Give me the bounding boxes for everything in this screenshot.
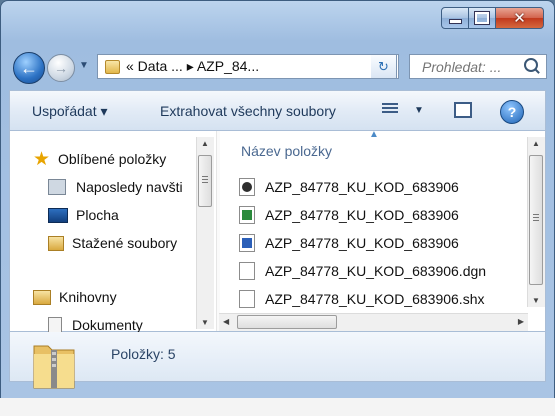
- back-button[interactable]: ←: [13, 52, 45, 84]
- forward-button[interactable]: →: [47, 54, 75, 82]
- organize-button[interactable]: Uspořádat ▾: [32, 103, 108, 120]
- caption-buttons: ✕: [441, 7, 544, 29]
- navigation-pane: ★ Oblíbené položky Naposledy navšti Ploc…: [10, 131, 215, 334]
- file-name: AZP_84778_KU_KOD_683906.dgn: [265, 263, 487, 279]
- maximize-button[interactable]: [469, 7, 496, 29]
- file-list-pane: ▲ Název položky AZP_84778_KU_KOD_683906 …: [219, 129, 545, 331]
- history-dropdown-button[interactable]: ▼: [79, 60, 89, 71]
- scroll-right-icon[interactable]: ▶: [518, 317, 524, 326]
- desktop-background: [0, 398, 555, 416]
- file-name: AZP_84778_KU_KOD_683906: [265, 235, 459, 251]
- nav-item-recent[interactable]: Naposledy navšti: [48, 176, 183, 198]
- nav-item-downloads[interactable]: Stažené soubory: [48, 232, 177, 254]
- file-row[interactable]: AZP_84778_KU_KOD_683906: [239, 204, 459, 226]
- command-bar: Uspořádat ▾ Extrahovat všechny soubory ▼…: [9, 90, 546, 130]
- scrollbar-thumb[interactable]: [198, 155, 212, 207]
- folder-icon: [105, 59, 120, 74]
- close-button[interactable]: ✕: [496, 7, 544, 29]
- view-options-icon[interactable]: [382, 103, 398, 116]
- zip-folder-icon: [33, 345, 75, 389]
- item-count: Položky: 5: [111, 346, 176, 362]
- refresh-button[interactable]: ↻: [371, 54, 397, 79]
- file-name: AZP_84778_KU_KOD_683906.shx: [265, 291, 485, 307]
- arrow-left-icon: ←: [20, 57, 38, 78]
- address-bar[interactable]: « Data ... ▸ AZP_84... ▼: [97, 54, 399, 79]
- nav-item-desktop[interactable]: Plocha: [48, 204, 119, 226]
- libraries-icon: [33, 289, 51, 305]
- content-area: ★ Oblíbené položky Naposledy navšti Ploc…: [9, 129, 546, 334]
- file-row[interactable]: AZP_84778_KU_KOD_683906: [239, 232, 459, 254]
- desktop-icon: [48, 207, 68, 223]
- nav-item-label: Naposledy navšti: [76, 179, 183, 195]
- nav-item-label: Plocha: [76, 207, 119, 223]
- excel-file-icon: [239, 206, 255, 224]
- file-name: AZP_84778_KU_KOD_683906: [265, 207, 459, 223]
- file-list-vertical-scrollbar[interactable]: ▲ ▼: [527, 137, 545, 307]
- word-file-icon: [239, 234, 255, 252]
- documents-icon: [48, 316, 62, 334]
- scroll-up-icon[interactable]: ▲: [532, 139, 540, 148]
- preview-pane-button[interactable]: [454, 102, 472, 118]
- nav-item-label: Stažené soubory: [72, 235, 178, 251]
- nav-pane-scrollbar[interactable]: ▲ ▼: [196, 137, 214, 329]
- downloads-folder-icon: [48, 235, 64, 251]
- search-input[interactable]: [420, 57, 524, 76]
- refresh-icon: ↻: [378, 58, 389, 74]
- star-icon: ★: [33, 148, 51, 170]
- minimize-button[interactable]: [441, 7, 469, 29]
- explorer-window: ✕ ← → ▼ « Data ... ▸ AZP_84... ▼ ↻ Uspoř…: [0, 0, 555, 400]
- sort-arrow-icon: ▲: [369, 129, 379, 140]
- breadcrumb[interactable]: « Data ... ▸ AZP_84...: [126, 58, 259, 75]
- nav-item-label: Dokumenty: [72, 317, 143, 333]
- search-icon[interactable]: [524, 58, 538, 72]
- file-name: AZP_84778_KU_KOD_683906: [265, 179, 459, 195]
- help-button[interactable]: ?: [500, 100, 524, 124]
- dwg-file-icon: [239, 178, 255, 196]
- file-row[interactable]: AZP_84778_KU_KOD_683906.shx: [239, 288, 484, 310]
- column-header-name[interactable]: Název položky: [241, 143, 332, 159]
- scroll-down-icon[interactable]: ▼: [201, 318, 209, 327]
- scroll-down-icon[interactable]: ▼: [532, 296, 540, 305]
- scrollbar-thumb[interactable]: [237, 315, 337, 329]
- search-box[interactable]: [409, 54, 547, 79]
- file-row[interactable]: AZP_84778_KU_KOD_683906: [239, 176, 459, 198]
- scroll-up-icon[interactable]: ▲: [201, 139, 209, 148]
- extract-all-button[interactable]: Extrahovat všechny soubory: [160, 103, 336, 119]
- minimize-icon: [448, 18, 462, 24]
- navigation-row: ← → ▼ « Data ... ▸ AZP_84... ▼ ↻: [9, 47, 547, 87]
- scroll-left-icon[interactable]: ◀: [223, 317, 229, 326]
- nav-item-label: Oblíbené položky: [58, 151, 167, 167]
- generic-file-icon: [239, 262, 255, 280]
- arrow-right-icon: →: [54, 60, 68, 76]
- nav-item-label: Knihovny: [59, 289, 117, 305]
- nav-item-libraries[interactable]: Knihovny: [33, 286, 117, 308]
- recent-places-icon: [48, 179, 66, 195]
- details-pane: Položky: 5: [9, 332, 546, 389]
- nav-item-favorites[interactable]: ★ Oblíbené položky: [33, 148, 166, 170]
- chevron-down-icon[interactable]: ▼: [414, 105, 424, 116]
- generic-file-icon: [239, 290, 255, 308]
- file-row[interactable]: AZP_84778_KU_KOD_683906.dgn: [239, 260, 486, 282]
- close-icon: ✕: [513, 10, 526, 27]
- scrollbar-thumb[interactable]: [529, 155, 543, 285]
- chevron-down-icon: ▼: [79, 60, 89, 71]
- file-list-horizontal-scrollbar[interactable]: ◀ ▶: [219, 313, 528, 331]
- maximize-icon: [474, 11, 490, 25]
